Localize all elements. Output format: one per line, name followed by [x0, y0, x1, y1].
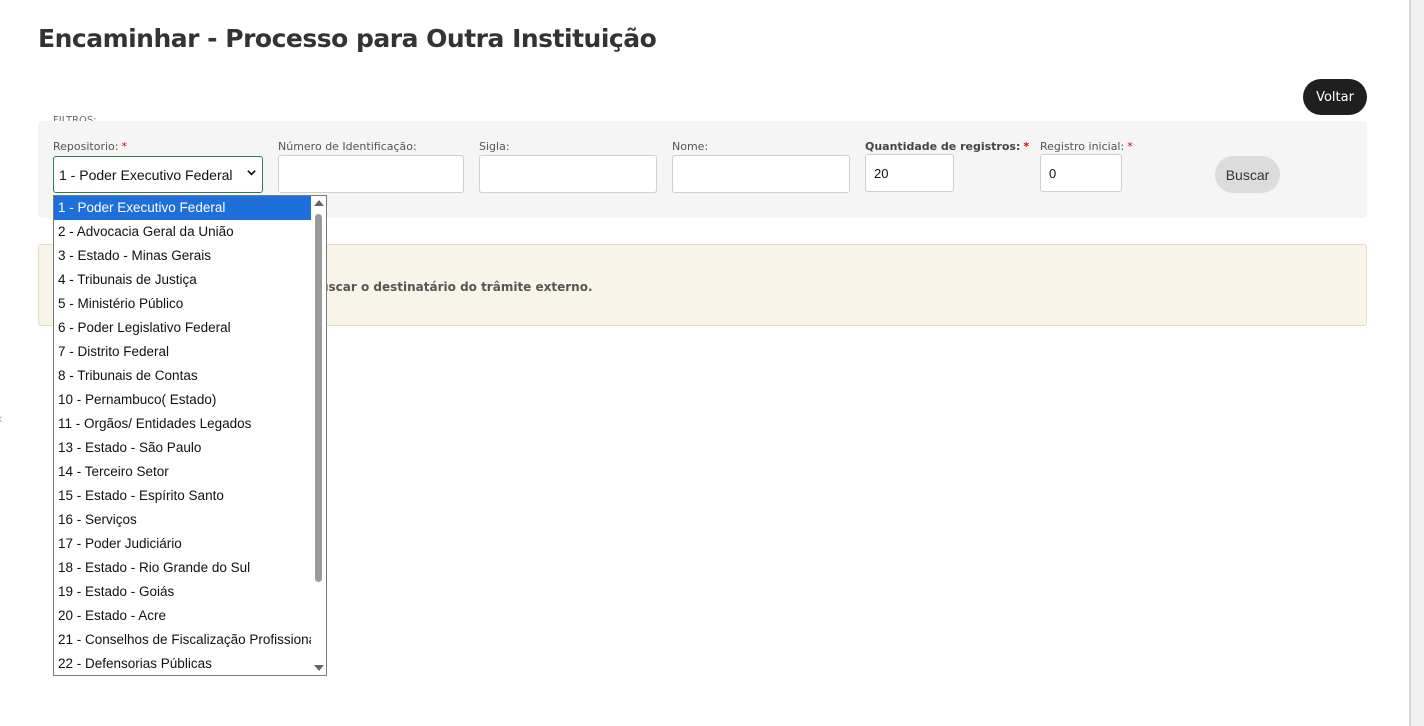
dropdown-option[interactable]: 22 - Defensorias Públicas	[54, 652, 312, 675]
window-right-edge	[1409, 0, 1424, 726]
sigla-input[interactable]	[479, 155, 657, 193]
quantidade-label-text: Quantidade de registros:	[865, 140, 1021, 153]
dropdown-option[interactable]: 21 - Conselhos de Fiscalização Profissio…	[54, 628, 312, 652]
repositorio-label-text: Repositorio:	[53, 140, 119, 153]
registro-inicial-input[interactable]	[1040, 154, 1122, 192]
dropdown-option[interactable]: 1 - Poder Executivo Federal	[54, 196, 312, 220]
dropdown-option[interactable]: 3 - Estado - Minas Gerais	[54, 244, 312, 268]
voltar-button[interactable]: Voltar	[1303, 79, 1367, 115]
dropdown-option[interactable]: 4 - Tribunais de Justiça	[54, 268, 312, 292]
scroll-down-arrow-icon[interactable]	[314, 665, 324, 671]
dropdown-option[interactable]: 8 - Tribunais de Contas	[54, 364, 312, 388]
chevron-left-icon[interactable]: ‹	[0, 410, 3, 426]
dropdown-option[interactable]: 7 - Distrito Federal	[54, 340, 312, 364]
nome-input[interactable]	[672, 155, 850, 193]
scroll-up-arrow-icon[interactable]	[314, 200, 324, 206]
registro-label-text: Registro inicial:	[1040, 140, 1125, 153]
dropdown-option[interactable]: 14 - Terceiro Setor	[54, 460, 312, 484]
dropdown-option[interactable]: 19 - Estado - Goiás	[54, 580, 312, 604]
required-marker: *	[1127, 140, 1133, 153]
required-marker: *	[121, 140, 127, 153]
scroll-thumb[interactable]	[315, 214, 322, 582]
dropdown-option[interactable]: 17 - Poder Judiciário	[54, 532, 312, 556]
quantidade-registros-label: Quantidade de registros: *	[865, 140, 1029, 153]
dropdown-option[interactable]: 15 - Estado - Espírito Santo	[54, 484, 312, 508]
chevron-down-icon	[247, 170, 256, 176]
buscar-button[interactable]: Buscar	[1215, 156, 1280, 193]
numero-identificacao-label: Número de Identificação:	[278, 140, 417, 153]
dropdown-option[interactable]: 16 - Serviços	[54, 508, 312, 532]
nome-label: Nome:	[672, 140, 709, 153]
dropdown-option[interactable]: 11 - Orgãos/ Entidades Legados	[54, 412, 312, 436]
dropdown-scrollbar[interactable]	[311, 196, 326, 675]
sigla-label: Sigla:	[479, 140, 510, 153]
repositorio-select-value: 1 - Poder Executivo Federal	[59, 166, 233, 183]
dropdown-option[interactable]: 6 - Poder Legislativo Federal	[54, 316, 312, 340]
dropdown-options: 1 - Poder Executivo Federal 2 - Advocacia…	[54, 196, 312, 675]
repositorio-select[interactable]: 1 - Poder Executivo Federal	[53, 156, 263, 193]
repositorio-dropdown-list[interactable]: 1 - Poder Executivo Federal 2 - Advocacia…	[53, 195, 327, 676]
dropdown-option[interactable]: 10 - Pernambuco( Estado)	[54, 388, 312, 412]
dropdown-option[interactable]: 13 - Estado - São Paulo	[54, 436, 312, 460]
repositorio-label: Repositorio: *	[53, 140, 127, 153]
registro-inicial-label: Registro inicial: *	[1040, 140, 1133, 153]
page-title: Encaminhar - Processo para Outra Institu…	[38, 24, 657, 53]
dropdown-option[interactable]: 2 - Advocacia Geral da União	[54, 220, 312, 244]
dropdown-option[interactable]: 5 - Ministério Público	[54, 292, 312, 316]
notice-text: uscar o destinatário do trâmite externo.	[320, 280, 593, 294]
numero-identificacao-input[interactable]	[278, 155, 464, 193]
required-marker: *	[1023, 140, 1030, 153]
dropdown-option[interactable]: 18 - Estado - Rio Grande do Sul	[54, 556, 312, 580]
dropdown-option[interactable]: 20 - Estado - Acre	[54, 604, 312, 628]
quantidade-registros-input[interactable]	[865, 154, 954, 192]
